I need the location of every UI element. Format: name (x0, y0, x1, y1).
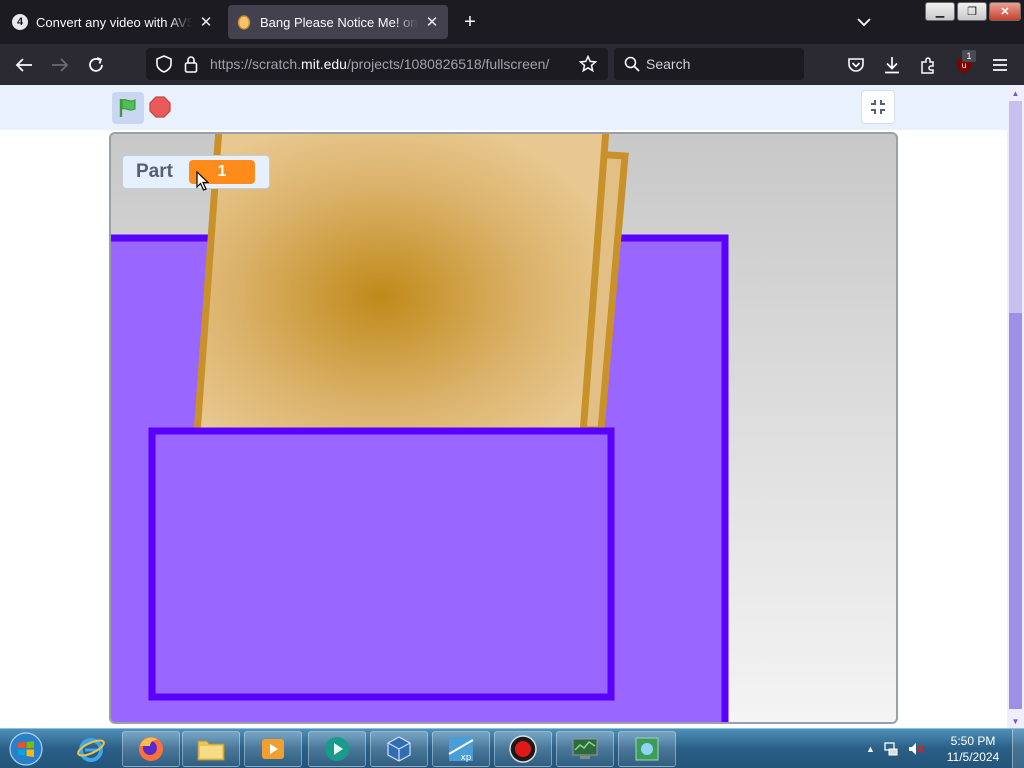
exit-fullscreen-button[interactable] (861, 90, 895, 124)
stop-sign-icon (149, 96, 171, 118)
reload-icon[interactable] (83, 52, 109, 78)
scratch-page: Part 1 (0, 85, 1007, 729)
system-tray: ▲ (866, 737, 925, 761)
windows-logo-icon (9, 732, 43, 766)
firefox-icon[interactable] (122, 731, 180, 767)
lock-icon[interactable] (184, 55, 198, 78)
shield-icon[interactable] (156, 55, 172, 78)
scroll-down-icon[interactable]: ▼ (1007, 713, 1024, 729)
clock-time: 5:50 PM (950, 734, 996, 748)
purple-pocket (148, 427, 615, 701)
forward-icon[interactable] (47, 52, 73, 78)
internet-explorer-icon[interactable] (62, 731, 120, 767)
video-converter-icon[interactable] (308, 731, 366, 767)
tab-title: Bang Please Notice Me! on Scratch (260, 14, 418, 30)
downloads-icon[interactable] (879, 52, 905, 78)
back-icon[interactable] (11, 52, 37, 78)
new-tab-icon[interactable]: + (458, 10, 482, 34)
virtualbox-icon[interactable] (370, 731, 428, 767)
tab-avs-converter[interactable]: 4 Convert any video with AVS Free ✕ (4, 5, 222, 39)
search-icon (624, 56, 640, 77)
bookmark-star-icon[interactable] (578, 54, 598, 78)
project-stage[interactable]: Part 1 (109, 132, 898, 724)
scroll-up-icon[interactable]: ▲ (1007, 85, 1024, 101)
tab-count-favicon: 4 (12, 14, 28, 30)
extension-badge: 1 (962, 50, 976, 62)
green-flag-icon (119, 98, 136, 117)
monitor-label: Part (136, 161, 173, 182)
chevron-down-icon[interactable] (852, 10, 876, 34)
tray-expand-icon[interactable]: ▲ (866, 744, 875, 754)
system-monitor-icon[interactable] (556, 731, 614, 767)
remote-app-icon[interactable] (618, 731, 676, 767)
show-desktop-button[interactable] (1012, 729, 1024, 768)
close-tab-icon[interactable]: ✕ (196, 12, 216, 32)
browser-toolbar: https://scratch.mit.edu/projects/1080826… (0, 44, 1024, 85)
restore-window-button[interactable]: ❐ (957, 2, 987, 21)
taskbar-clock[interactable]: 5:50 PM 11/5/2024 (940, 733, 1006, 765)
search-placeholder: Search (646, 56, 691, 72)
page-scrollbar[interactable]: ▲ ▼ (1007, 85, 1024, 729)
pocket-icon[interactable] (843, 52, 869, 78)
scrollbar-track-upper[interactable] (1009, 101, 1022, 313)
mouse-cursor-icon (196, 171, 209, 191)
close-tab-icon[interactable]: ✕ (422, 12, 442, 32)
scrollbar-thumb[interactable] (1009, 313, 1022, 709)
scratch-cat-icon (236, 14, 252, 30)
tab-scratch-project[interactable]: Bang Please Notice Me! on Scratch ✕ (228, 5, 448, 39)
svg-text:xp: xp (460, 753, 471, 763)
tab-title: Convert any video with AVS Free (36, 14, 192, 30)
extensions-puzzle-icon[interactable] (915, 52, 941, 78)
start-button[interactable] (6, 731, 46, 767)
hamburger-menu-icon[interactable] (987, 52, 1013, 78)
clock-date: 11/5/2024 (946, 750, 1000, 764)
media-player-icon[interactable] (244, 731, 302, 767)
file-explorer-icon[interactable] (182, 731, 240, 767)
network-icon[interactable] (883, 741, 899, 757)
stage-header (0, 85, 1007, 130)
exit-fullscreen-icon (871, 100, 885, 114)
minimize-window-button[interactable]: ▁ (925, 2, 955, 21)
url-text: https://scratch.mit.edu/projects/1080826… (210, 56, 550, 72)
stage-scene (111, 134, 729, 722)
xp-mode-icon[interactable]: xp (432, 731, 490, 767)
volume-muted-icon[interactable] (907, 741, 925, 757)
svg-text:u: u (961, 61, 966, 70)
windows-taskbar: xp ▲ 5:50 PM 11/5/2024 (0, 728, 1024, 768)
search-box[interactable]: Search (614, 48, 804, 80)
browser-tab-strip: 4 Convert any video with AVS Free ✕ Bang… (0, 0, 1024, 44)
address-bar[interactable]: https://scratch.mit.edu/projects/1080826… (146, 48, 608, 80)
screen-recorder-icon[interactable] (494, 731, 552, 767)
green-flag-button[interactable] (112, 92, 144, 124)
close-window-button[interactable]: ✕ (989, 2, 1021, 21)
stop-button[interactable] (148, 95, 172, 119)
